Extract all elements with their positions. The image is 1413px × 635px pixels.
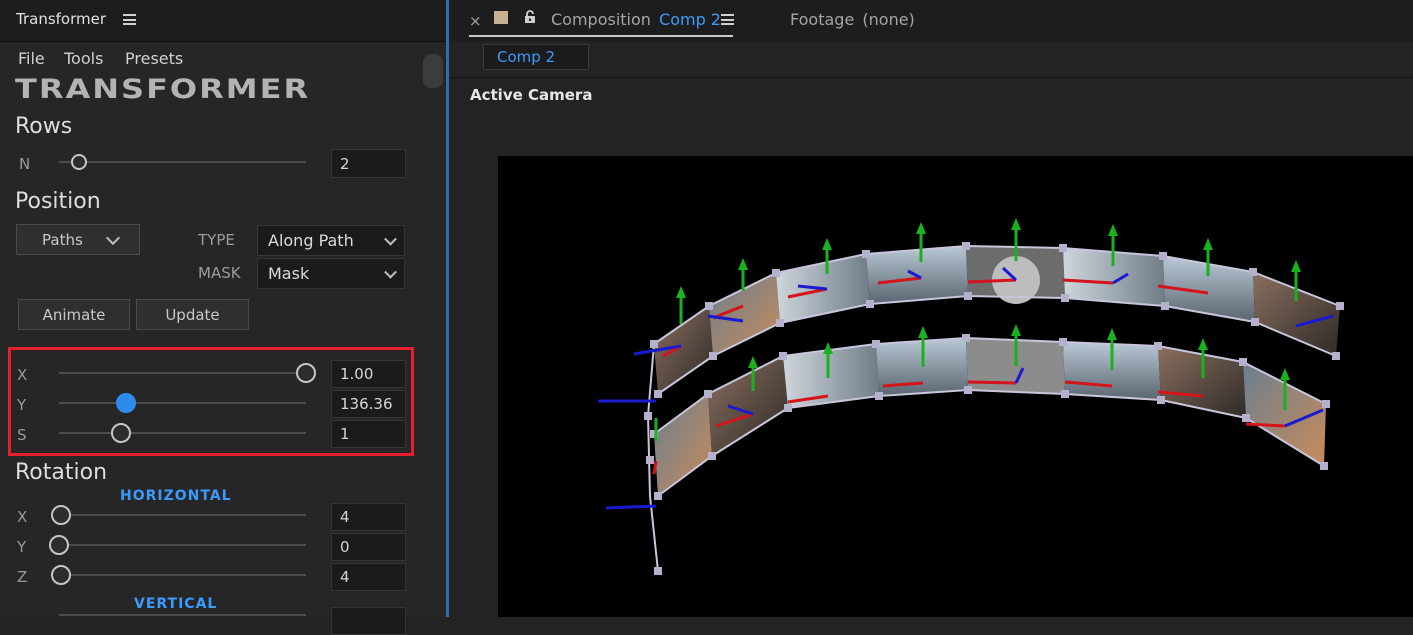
menu-tools[interactable]: Tools xyxy=(64,49,103,68)
horizontal-label: HORIZONTAL xyxy=(120,488,232,504)
rotation-vertical-slider[interactable] xyxy=(59,614,306,616)
rotation-x-field[interactable]: 4 xyxy=(331,503,406,531)
rotation-z-slider-knob[interactable] xyxy=(51,565,72,585)
mask-select[interactable]: Mask xyxy=(257,258,405,289)
animate-button[interactable]: Animate xyxy=(18,299,130,330)
paths-button-label: Paths xyxy=(42,230,83,249)
active-tab-indicator xyxy=(469,35,733,37)
rotation-vertical-field[interactable] xyxy=(331,607,406,635)
chevron-down-icon xyxy=(105,230,121,246)
type-select[interactable]: Along Path xyxy=(257,225,405,256)
composition-tab-name: Comp 2 xyxy=(659,10,721,29)
type-label: TYPE xyxy=(198,231,235,249)
composition-menu-icon[interactable] xyxy=(721,14,734,25)
close-tab-icon[interactable]: × xyxy=(469,12,482,30)
composition-tab-prefix: Composition xyxy=(551,10,651,29)
type-select-value: Along Path xyxy=(268,231,354,250)
panel-scrollbar[interactable] xyxy=(421,44,445,617)
composition-tab[interactable]: Composition Comp 2 xyxy=(551,10,721,29)
rows-n-field[interactable]: 2 xyxy=(331,149,406,178)
footage-tab-value: (none) xyxy=(862,10,915,29)
panel-title: Transformer xyxy=(16,10,107,28)
rotation-y-field[interactable]: 0 xyxy=(331,533,406,561)
rows-heading: Rows xyxy=(15,114,73,139)
rotation-y-slider-knob[interactable] xyxy=(49,535,69,555)
composition-viewer[interactable] xyxy=(498,156,1413,617)
update-button[interactable]: Update xyxy=(136,299,249,330)
rotation-z-label: Z xyxy=(17,568,28,586)
paths-dropdown-button[interactable]: Paths xyxy=(16,224,140,255)
scrollbar-thumb[interactable] xyxy=(423,54,443,88)
rotation-y-slider[interactable] xyxy=(59,544,306,546)
active-camera-label: Active Camera xyxy=(470,86,593,104)
composition-color-swatch-icon[interactable] xyxy=(494,11,508,24)
chevron-down-icon xyxy=(384,265,397,279)
transformer-logo: TRANSFORMER xyxy=(15,73,311,105)
menu-file[interactable]: File xyxy=(18,49,45,68)
position-heading: Position xyxy=(15,189,101,214)
rows-n-slider-knob[interactable] xyxy=(70,154,87,170)
rotation-y-label: Y xyxy=(17,538,27,556)
rows-n-label: N xyxy=(19,155,31,173)
vertical-label: VERTICAL xyxy=(134,596,218,612)
rotation-z-slider[interactable] xyxy=(59,574,306,576)
menu-presets[interactable]: Presets xyxy=(125,49,183,68)
rotation-x-slider[interactable] xyxy=(59,514,306,516)
rotation-x-label: X xyxy=(17,508,28,526)
rotation-heading: Rotation xyxy=(15,460,108,485)
lock-icon[interactable] xyxy=(524,9,536,28)
rotation-x-slider-knob[interactable] xyxy=(51,505,72,525)
comp-2-flowchart-tab[interactable]: Comp 2 xyxy=(483,44,589,70)
footage-tab[interactable]: Footage (none) xyxy=(790,10,915,29)
viewer-canvas xyxy=(598,218,1344,575)
composition-subbar xyxy=(449,41,1413,78)
mask-label: MASK xyxy=(198,264,241,282)
footage-tab-label: Footage xyxy=(790,10,855,29)
highlight-box xyxy=(8,347,414,456)
chevron-down-icon xyxy=(384,232,397,246)
rows-n-slider[interactable] xyxy=(59,161,306,163)
rotation-z-field[interactable]: 4 xyxy=(331,563,406,591)
mask-select-value: Mask xyxy=(268,264,310,283)
panel-menu-icon[interactable] xyxy=(123,14,136,25)
